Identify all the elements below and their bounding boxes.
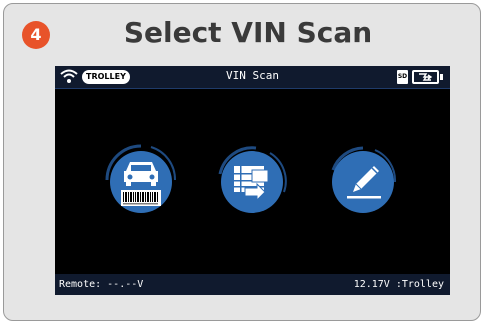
list-select-icon (218, 146, 287, 213)
battery-tip (440, 74, 443, 80)
battery-charging-icon (412, 70, 439, 84)
manual-entry-button[interactable] (323, 140, 403, 220)
battery-voltage-label: 12.17V :Trolley (353, 279, 444, 290)
screen-title: VIN Scan (226, 69, 279, 82)
footer-bar: Remote: --.--V 12.17V :Trolley (55, 274, 450, 295)
vin-barcode-scan-button[interactable] (101, 140, 181, 220)
device-screen: TROLLEY VIN Scan SD Remote: --.--V 12.17… (55, 66, 450, 295)
status-bar: TROLLEY VIN Scan SD (55, 66, 450, 89)
car-barcode-icon (105, 144, 177, 213)
remote-voltage-label: Remote: --.--V (59, 279, 144, 290)
pencil-icon (331, 146, 397, 213)
step-title: Select VIN Scan (123, 16, 373, 49)
instruction-card: 4 Select VIN Scan TROLLEY VIN Scan SD Re… (3, 3, 481, 321)
sd-card-icon: SD (397, 70, 408, 84)
vin-list-select-button[interactable] (212, 140, 292, 220)
